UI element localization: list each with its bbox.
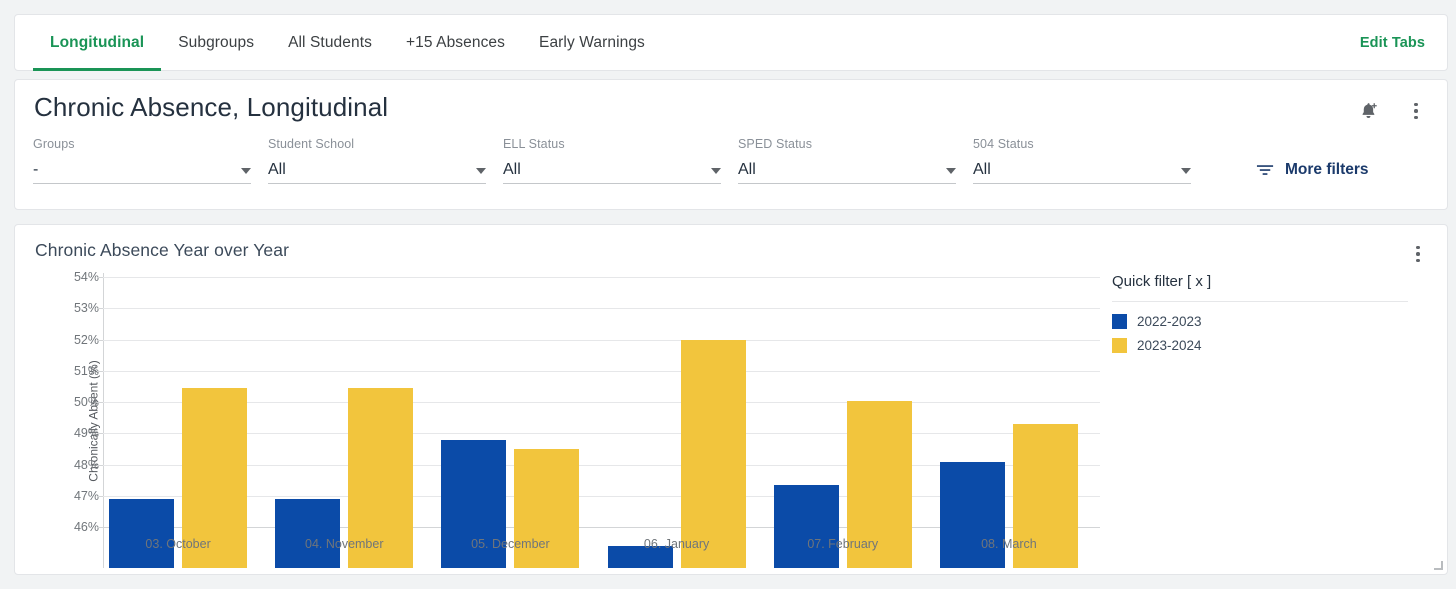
dashboard-page: Longitudinal Subgroups All Students +15 … bbox=[0, 0, 1456, 589]
tab-subgroups[interactable]: Subgroups bbox=[161, 15, 271, 70]
y-axis-tick-label: 50% bbox=[53, 395, 99, 409]
legend-swatch bbox=[1112, 314, 1127, 329]
filter-groups-select[interactable]: - bbox=[33, 157, 251, 184]
legend-item[interactable]: 2022-2023 bbox=[1112, 314, 1432, 329]
tab-bar: Longitudinal Subgroups All Students +15 … bbox=[14, 14, 1448, 71]
bar-0[interactable] bbox=[109, 499, 174, 568]
card-resize-handle[interactable] bbox=[1433, 560, 1443, 570]
y-axis-tick-label: 46% bbox=[53, 520, 99, 534]
filter-label: ELL Status bbox=[503, 137, 721, 151]
y-axis-tick-label: 53% bbox=[53, 301, 99, 315]
filter-sped-status-select[interactable]: All bbox=[738, 157, 956, 184]
x-axis-tick-label: 05. December bbox=[471, 537, 550, 551]
filter-value: All bbox=[738, 162, 756, 178]
filter-bar: Groups - Student School All ELL Status A… bbox=[33, 137, 1369, 184]
filter-student-school: Student School All bbox=[268, 137, 486, 184]
filter-label: Student School bbox=[268, 137, 486, 151]
y-axis-tick-label: 47% bbox=[53, 489, 99, 503]
filter-student-school-select[interactable]: All bbox=[268, 157, 486, 184]
legend-label: 2023-2024 bbox=[1137, 338, 1202, 353]
filter-sped-status: SPED Status All bbox=[738, 137, 956, 184]
tab-label: Longitudinal bbox=[50, 34, 144, 52]
edit-tabs-label: Edit Tabs bbox=[1360, 35, 1425, 51]
tab-label: All Students bbox=[288, 34, 372, 52]
chevron-down-icon bbox=[711, 168, 721, 174]
legend-item-list: 2022-2023 2023-2024 bbox=[1112, 302, 1432, 353]
chart-title: Chronic Absence Year over Year bbox=[35, 240, 289, 261]
filter-504-status: 504 Status All bbox=[973, 137, 1191, 184]
chart-card: Chronic Absence Year over Year Chronical… bbox=[14, 224, 1448, 575]
filter-value: - bbox=[33, 162, 38, 178]
kebab-menu-icon bbox=[1414, 103, 1418, 120]
filter-value: All bbox=[268, 162, 286, 178]
tab-longitudinal[interactable]: Longitudinal bbox=[33, 15, 161, 70]
bar-group bbox=[435, 273, 601, 568]
tab-label: +15 Absences bbox=[406, 34, 505, 52]
more-filters-button[interactable]: More filters bbox=[1256, 161, 1369, 179]
chart-overflow-menu[interactable] bbox=[1403, 239, 1433, 269]
x-axis-tick-label: 06. January bbox=[644, 537, 709, 551]
tab-15-absences[interactable]: +15 Absences bbox=[389, 15, 522, 70]
x-axis-tick-label: 04. November bbox=[305, 537, 384, 551]
bar-group bbox=[269, 273, 435, 568]
filter-label: SPED Status bbox=[738, 137, 956, 151]
bar-0[interactable] bbox=[774, 485, 839, 568]
header-overflow-menu[interactable] bbox=[1401, 96, 1431, 126]
y-axis-tick-label: 51% bbox=[53, 364, 99, 378]
filter-label: Groups bbox=[33, 137, 251, 151]
chevron-down-icon bbox=[476, 168, 486, 174]
y-axis-tick-label: 49% bbox=[53, 426, 99, 440]
x-axis-tick-label: 08. March bbox=[981, 537, 1037, 551]
tab-bar-spacer bbox=[662, 15, 1360, 70]
filter-504-status-select[interactable]: All bbox=[973, 157, 1191, 184]
bar-group bbox=[768, 273, 934, 568]
filter-ell-status: ELL Status All bbox=[503, 137, 721, 184]
tab-all-students[interactable]: All Students bbox=[271, 15, 389, 70]
bar-group bbox=[934, 273, 1100, 568]
y-axis-tick-label: 52% bbox=[53, 333, 99, 347]
chart-legend: Quick filter [ x ] 2022-2023 2023-2024 bbox=[1112, 273, 1432, 362]
kebab-menu-icon bbox=[1416, 246, 1420, 263]
chart-plot-area: Chronically Absent (%) 46%47%48%49%50%51… bbox=[15, 273, 1100, 568]
legend-title: Quick filter [ x ] bbox=[1112, 273, 1408, 302]
x-axis-tick-label: 07. February bbox=[807, 537, 878, 551]
tab-list: Longitudinal Subgroups All Students +15 … bbox=[15, 15, 662, 70]
page-title: Chronic Absence, Longitudinal bbox=[34, 92, 388, 123]
bar-0[interactable] bbox=[940, 462, 1005, 568]
filter-groups: Groups - bbox=[33, 137, 251, 184]
bar-group bbox=[103, 273, 269, 568]
chevron-down-icon bbox=[241, 168, 251, 174]
bar-series-container bbox=[103, 273, 1100, 568]
y-axis-ticks: 46% 47% 48% 49% 50% 51% 52% 53% 54% bbox=[49, 273, 99, 568]
bell-plus-icon[interactable] bbox=[1353, 96, 1383, 126]
tab-label: Early Warnings bbox=[539, 34, 645, 52]
chevron-down-icon bbox=[1181, 168, 1191, 174]
filter-value: All bbox=[973, 162, 991, 178]
more-filters-label: More filters bbox=[1285, 161, 1369, 179]
filter-ell-status-select[interactable]: All bbox=[503, 157, 721, 184]
report-header: Chronic Absence, Longitudinal Groups - bbox=[14, 79, 1448, 210]
y-axis-tick-label: 54% bbox=[53, 270, 99, 284]
x-axis-tick-label: 03. October bbox=[145, 537, 210, 551]
legend-label: 2022-2023 bbox=[1137, 314, 1202, 329]
filter-value: All bbox=[503, 162, 521, 178]
filter-icon bbox=[1256, 162, 1275, 178]
legend-item[interactable]: 2023-2024 bbox=[1112, 338, 1432, 353]
chevron-down-icon bbox=[946, 168, 956, 174]
legend-swatch bbox=[1112, 338, 1127, 353]
tab-early-warnings[interactable]: Early Warnings bbox=[522, 15, 662, 70]
header-actions bbox=[1353, 96, 1431, 126]
bar-0[interactable] bbox=[275, 499, 340, 568]
edit-tabs-button[interactable]: Edit Tabs bbox=[1360, 15, 1447, 70]
filter-label: 504 Status bbox=[973, 137, 1191, 151]
tab-label: Subgroups bbox=[178, 34, 254, 52]
bar-1[interactable] bbox=[681, 340, 746, 568]
bar-group bbox=[602, 273, 768, 568]
y-axis-tick-label: 48% bbox=[53, 458, 99, 472]
